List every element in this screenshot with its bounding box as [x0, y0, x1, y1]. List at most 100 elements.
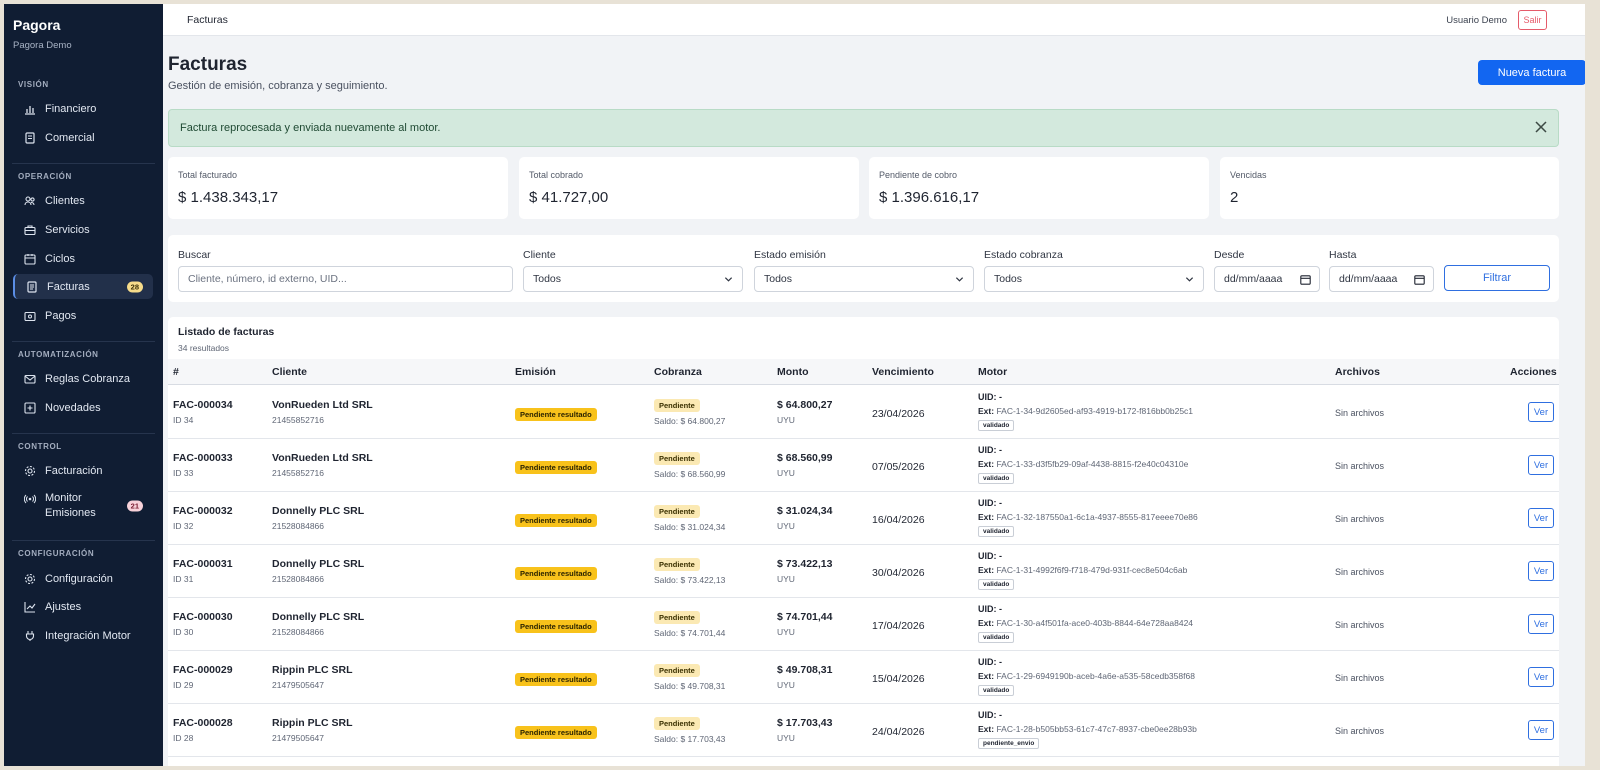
- sidebar-item-comercial[interactable]: Comercial: [13, 125, 153, 150]
- invoice-id: ID 30: [173, 627, 194, 637]
- invoice-id: ID 29: [173, 680, 194, 690]
- files-text: Sin archivos: [1335, 726, 1385, 736]
- close-icon[interactable]: [1534, 120, 1548, 134]
- filters-card: Buscar Cliente, número, id externo, UID.…: [168, 235, 1559, 302]
- from-date-value: dd/mm/aaaa: [1224, 273, 1283, 285]
- divider: [12, 433, 155, 434]
- emission-select-value: Todos: [764, 273, 793, 285]
- due-date: 16/04/2026: [872, 514, 925, 526]
- column-header-due: Vencimiento: [872, 366, 934, 378]
- sidebar-item-ciclos[interactable]: Ciclos: [13, 246, 153, 271]
- ext-label: Ext:: [978, 406, 995, 416]
- column-header-collection: Cobranza: [654, 366, 702, 378]
- sidebar-item-clientes[interactable]: Clientes: [13, 188, 153, 213]
- sidebar-item-facturas[interactable]: Facturas 28: [13, 274, 153, 299]
- amount: $ 17.703,43: [777, 717, 833, 729]
- divider: [12, 540, 155, 541]
- page-subtitle: Gestión de emisión, cobranza y seguimien…: [168, 80, 388, 92]
- amount: $ 73.422,13: [777, 558, 833, 570]
- invoice-number: FAC-000033: [173, 452, 233, 464]
- motor-uid: UID: -: [978, 710, 1002, 720]
- chevron-down-icon: [955, 277, 964, 282]
- currency: UYU: [777, 680, 795, 690]
- sidebar-item-ajustes[interactable]: Ajustes: [13, 594, 153, 619]
- sidebar-item-monitor-emisiones[interactable]: Monitor Emisiones 21: [13, 488, 153, 524]
- new-invoice-button[interactable]: Nueva factura: [1478, 60, 1585, 85]
- emission-status-select[interactable]: Todos: [754, 266, 974, 292]
- sidebar-item-novedades[interactable]: Novedades: [13, 395, 153, 420]
- currency: UYU: [777, 574, 795, 584]
- wallet-icon: [24, 311, 36, 321]
- gear-icon: [24, 573, 36, 584]
- collection-status-badge: Pendiente: [654, 717, 700, 730]
- logout-button[interactable]: Salir: [1518, 10, 1547, 30]
- balance-text: Saldo: $ 17.703,43: [654, 734, 726, 744]
- search-label: Buscar: [178, 249, 211, 261]
- sidebar-item-label: Configuración: [45, 572, 113, 585]
- motor-status-tag: validado: [978, 473, 1015, 484]
- client-name: Rippin PLC SRL: [272, 717, 353, 729]
- section-heading-vision: VISIÓN: [18, 80, 49, 89]
- motor-status-tag: validado: [978, 632, 1015, 643]
- column-header-number: #: [173, 366, 179, 378]
- sidebar-item-label: Servicios: [45, 223, 90, 236]
- motor-ext: Ext: FAC-1-33-d3f5fb29-09af-4438-8815-f2…: [978, 459, 1188, 469]
- due-date: 07/05/2026: [872, 461, 925, 473]
- broadcast-icon: [24, 494, 36, 504]
- bar-chart-icon: [25, 105, 35, 115]
- client-select[interactable]: Todos: [523, 266, 743, 292]
- view-button[interactable]: Ver: [1528, 508, 1554, 528]
- ext-id: FAC-1-34-9d2605ed-af93-4919-b172-f816bb0…: [996, 406, 1194, 416]
- from-date-input[interactable]: dd/mm/aaaa: [1214, 266, 1320, 292]
- sidebar-item-configuracion[interactable]: Configuración: [13, 566, 153, 591]
- emission-label: Estado emisión: [754, 249, 826, 261]
- view-button[interactable]: Ver: [1528, 720, 1554, 740]
- ext-id: FAC-1-30-a4f501fa-ace0-403b-8844-64e728a…: [996, 618, 1194, 628]
- gear-icon: [24, 465, 36, 476]
- client-tax-id: 21455852716: [272, 415, 325, 425]
- motor-ext: Ext: FAC-1-32-187550a1-6c1a-4937-8555-81…: [978, 512, 1198, 522]
- sidebar-item-financiero[interactable]: Financiero: [13, 96, 153, 121]
- sidebar-item-pagos[interactable]: Pagos: [13, 303, 153, 328]
- client-label: Cliente: [523, 249, 556, 261]
- sidebar-item-servicios[interactable]: Servicios: [13, 217, 153, 242]
- table-row: FAC-000031 ID 31 Donnelly PLC SRL 215280848…: [168, 545, 1559, 598]
- sidebar-item-reglas-cobranza[interactable]: Reglas Cobranza: [13, 366, 153, 391]
- sidebar-item-label: Clientes: [45, 194, 85, 207]
- stat-label: Total facturado: [178, 170, 238, 180]
- to-date-input[interactable]: dd/mm/aaaa: [1329, 266, 1434, 292]
- plug-icon: [25, 630, 35, 641]
- to-date-value: dd/mm/aaaa: [1339, 273, 1398, 285]
- collection-status-badge: Pendiente: [654, 505, 700, 518]
- stat-label: Vencidas: [1230, 170, 1267, 180]
- invoice-number: FAC-000031: [173, 558, 233, 570]
- search-input[interactable]: Cliente, número, id externo, UID...: [178, 266, 513, 292]
- filter-button[interactable]: Filtrar: [1444, 265, 1550, 291]
- motor-uid: UID: -: [978, 551, 1002, 561]
- table-row: FAC-000034 ID 34 VonRueden Ltd SRL 21455852…: [168, 386, 1559, 439]
- sidebar-item-integracion-motor[interactable]: Integración Motor: [13, 623, 153, 648]
- motor-ext: Ext: FAC-1-28-b505bb53-61c7-47c7-8937-cb…: [978, 724, 1197, 734]
- view-button[interactable]: Ver: [1528, 402, 1554, 422]
- collection-status-badge: Pendiente: [654, 664, 700, 677]
- collection-status-select[interactable]: Todos: [984, 266, 1204, 292]
- client-name: Rippin PLC SRL: [272, 664, 353, 676]
- table-header: # Cliente Emisión Cobranza Monto Vencimi…: [168, 359, 1559, 385]
- client-select-value: Todos: [533, 273, 562, 285]
- motor-status-tag: validado: [978, 579, 1015, 590]
- amount: $ 31.024,34: [777, 505, 833, 517]
- section-heading-control: CONTROL: [18, 442, 62, 451]
- calendar-icon: [1414, 275, 1425, 285]
- ext-label: Ext:: [978, 459, 995, 469]
- invoice-id: ID 32: [173, 521, 194, 531]
- view-button[interactable]: Ver: [1528, 455, 1554, 475]
- collection-status-badge: Pendiente: [654, 611, 700, 624]
- view-button[interactable]: Ver: [1528, 561, 1554, 581]
- view-button[interactable]: Ver: [1528, 614, 1554, 634]
- mail-icon: [24, 374, 36, 384]
- files-text: Sin archivos: [1335, 673, 1385, 683]
- view-button[interactable]: Ver: [1528, 667, 1554, 687]
- currency: UYU: [777, 468, 795, 478]
- sidebar-item-facturacion[interactable]: Facturación: [13, 458, 153, 483]
- balance-text: Saldo: $ 74.701,44: [654, 628, 726, 638]
